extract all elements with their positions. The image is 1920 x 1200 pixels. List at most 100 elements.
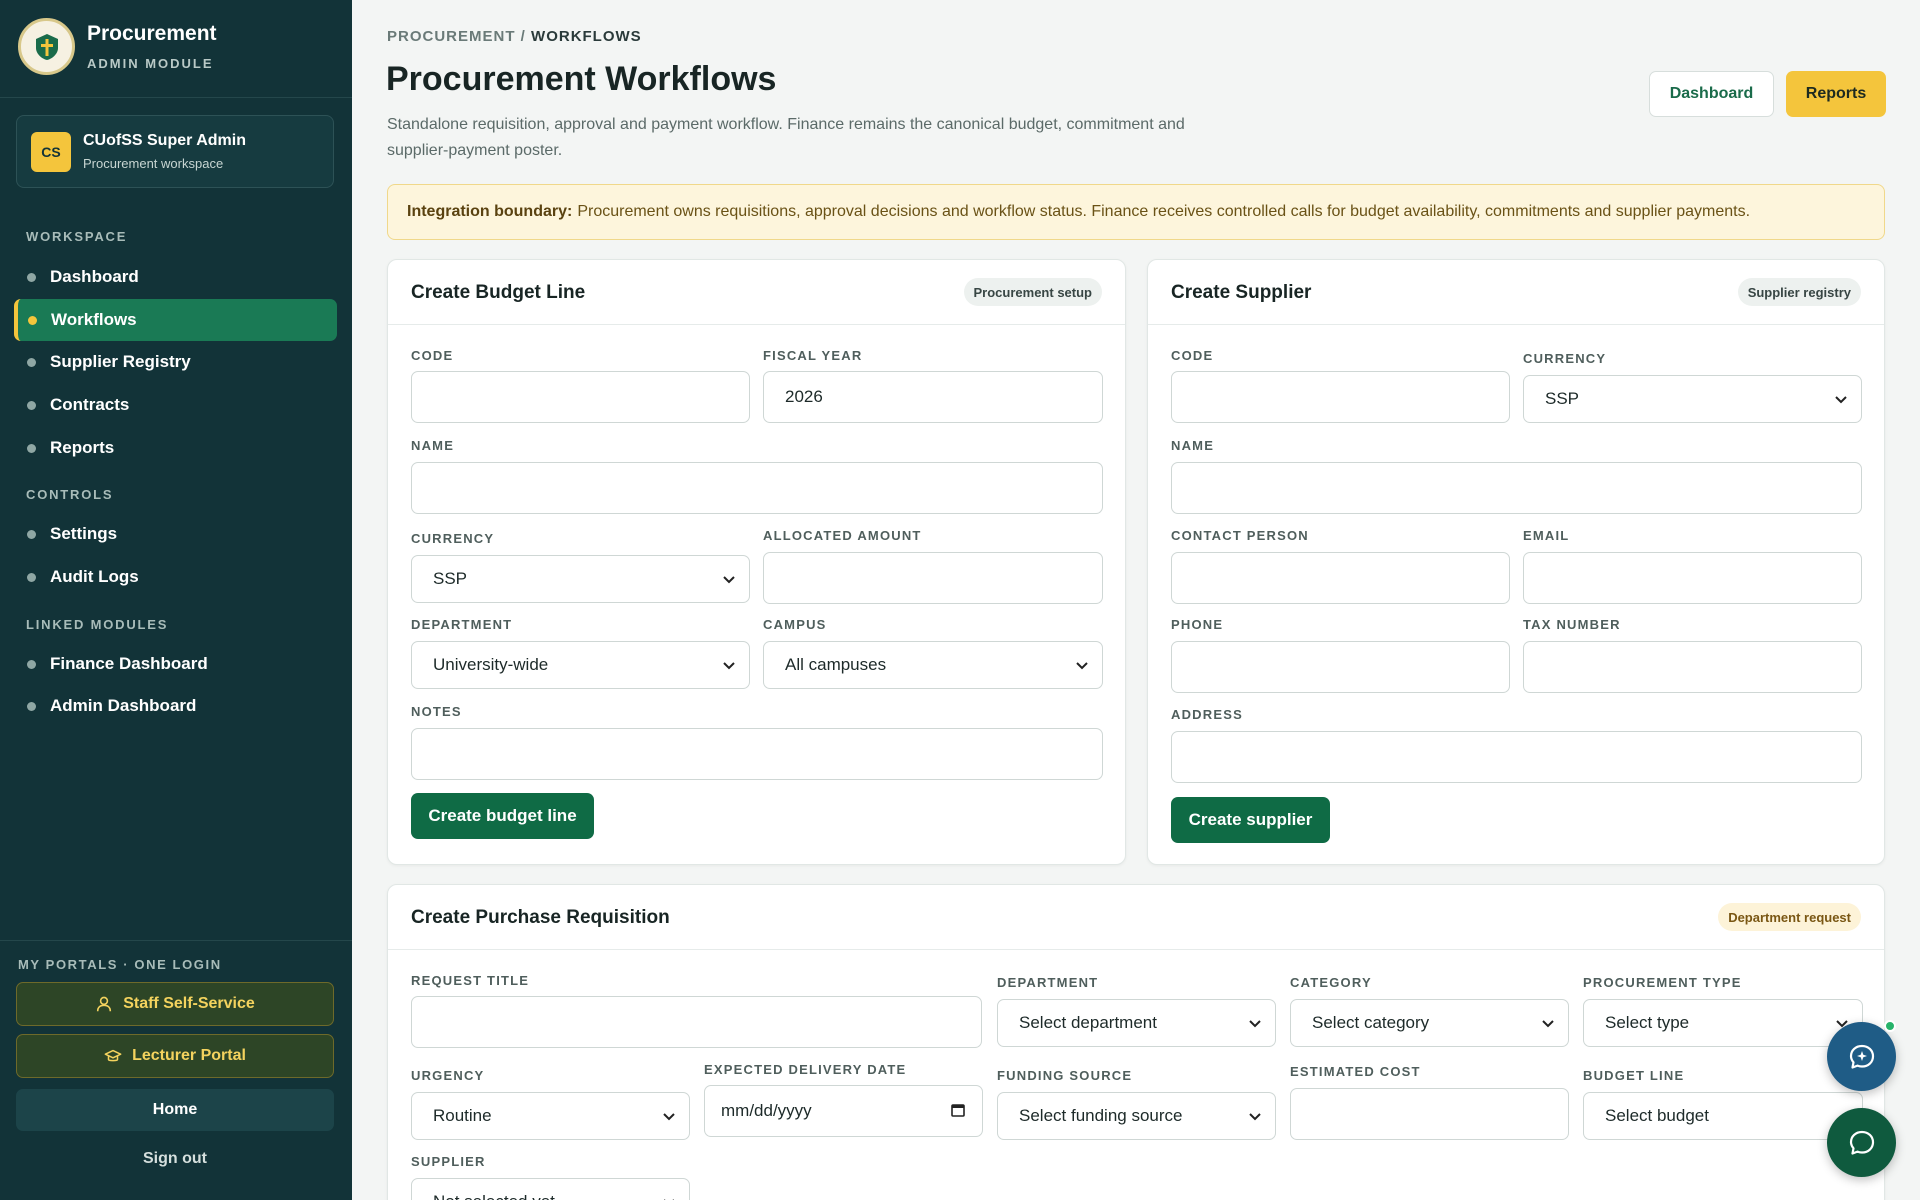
- sidebar-item-admin-dashboard[interactable]: Admin Dashboard: [14, 685, 337, 727]
- procurement-type-select[interactable]: Select type: [1583, 999, 1863, 1047]
- create-budget-line-button[interactable]: Create budget line: [411, 793, 594, 839]
- name-label: NAME: [1171, 438, 1215, 453]
- sidebar-item-label: Finance Dashboard: [50, 654, 208, 673]
- contact-person-label: CONTACT PERSON: [1171, 528, 1309, 543]
- supplier-currency-select[interactable]: SSP: [1523, 375, 1862, 423]
- chat-button[interactable]: [1827, 1108, 1896, 1177]
- fiscal-year-label: FISCAL YEAR: [763, 348, 863, 363]
- sidebar-item-label: Reports: [50, 438, 115, 457]
- sidebar-item-reports[interactable]: Reports: [14, 427, 337, 469]
- estimated-cost-input[interactable]: [1290, 1088, 1569, 1140]
- lecturer-portal-button[interactable]: Lecturer Portal: [16, 1034, 334, 1078]
- notice-label: Integration boundary:: [407, 203, 573, 220]
- supplier-name-input[interactable]: [1171, 462, 1862, 514]
- chevron-down-icon: [723, 662, 735, 670]
- home-button[interactable]: Home: [16, 1089, 334, 1131]
- sidebar-item-label: Audit Logs: [50, 567, 139, 586]
- nav-section-workspace: WORKSPACE: [26, 229, 128, 244]
- reports-button[interactable]: Reports: [1786, 71, 1886, 117]
- sidebar-item-finance-dashboard[interactable]: Finance Dashboard: [14, 643, 337, 685]
- request-title-input[interactable]: [411, 996, 982, 1048]
- integration-notice: Integration boundary: Procurement owns re…: [387, 184, 1885, 240]
- date-placeholder: mm/dd/yyyy: [721, 1101, 812, 1120]
- sidebar-item-supplier-registry[interactable]: Supplier Registry: [14, 341, 337, 383]
- allocated-amount-input[interactable]: [763, 552, 1103, 604]
- supplier-code-input[interactable]: [1171, 371, 1510, 423]
- divider: [0, 97, 352, 98]
- create-requisition-card: Create Purchase Requisition Department r…: [387, 884, 1885, 1200]
- user-name: CUofSS Super Admin: [83, 132, 246, 149]
- sidebar-item-label: Settings: [50, 524, 118, 543]
- card-header: Create Purchase Requisition Department r…: [388, 885, 1884, 950]
- contact-person-input[interactable]: [1171, 552, 1510, 604]
- create-supplier-button[interactable]: Create supplier: [1171, 797, 1330, 843]
- address-input[interactable]: [1171, 731, 1862, 783]
- sidebar-item-dashboard[interactable]: Dashboard: [14, 256, 337, 298]
- bullet-icon: [27, 443, 36, 453]
- phone-input[interactable]: [1171, 641, 1510, 693]
- code-label: CODE: [1171, 348, 1214, 363]
- create-budget-line-card: Create Budget Line Procurement setup COD…: [387, 259, 1126, 865]
- user-card[interactable]: CS CUofSS Super Admin Procurement worksp…: [16, 115, 334, 188]
- assistant-button[interactable]: [1827, 1022, 1896, 1091]
- email-field[interactable]: [1523, 552, 1862, 604]
- sign-out-link[interactable]: Sign out: [16, 1150, 334, 1168]
- tax-number-input[interactable]: [1523, 641, 1862, 693]
- status-badge: Procurement setup: [963, 278, 1102, 306]
- bullet-icon: [27, 272, 36, 282]
- supplier-select[interactable]: Not selected yet: [411, 1178, 690, 1200]
- select-value: SSP: [1545, 389, 1580, 408]
- lecturer-portal-label: Lecturer Portal: [132, 1047, 246, 1064]
- currency-label: CURRENCY: [411, 531, 495, 546]
- funding-source-select[interactable]: Select funding source: [997, 1092, 1276, 1140]
- category-select[interactable]: Select category: [1290, 999, 1569, 1047]
- staff-self-service-button[interactable]: Staff Self-Service: [16, 982, 334, 1026]
- estimated-cost-label: ESTIMATED COST: [1290, 1064, 1421, 1079]
- budget-line-select[interactable]: Select budget: [1583, 1092, 1863, 1140]
- page-description: Standalone requisition, approval and pay…: [387, 116, 1185, 159]
- fiscal-year-input[interactable]: 2026: [763, 371, 1103, 423]
- status-badge: Department request: [1718, 903, 1861, 931]
- staff-self-service-label: Staff Self-Service: [123, 995, 255, 1012]
- sidebar-item-workflows[interactable]: Workflows: [14, 299, 337, 341]
- budget-notes-input[interactable]: [411, 728, 1103, 780]
- budget-code-input[interactable]: [411, 371, 750, 423]
- email-label: EMAIL: [1523, 528, 1570, 543]
- department-label: DEPARTMENT: [997, 975, 1099, 990]
- chevron-down-icon: [1076, 662, 1088, 670]
- requisition-department-select[interactable]: Select department: [997, 999, 1276, 1047]
- dashboard-button[interactable]: Dashboard: [1649, 71, 1774, 117]
- person-icon: [97, 996, 112, 1012]
- sidebar-item-audit-logs[interactable]: Audit Logs: [14, 556, 337, 598]
- sidebar-item-label: Dashboard: [50, 267, 139, 286]
- budget-department-select[interactable]: University-wide: [411, 641, 750, 689]
- category-label: CATEGORY: [1290, 975, 1372, 990]
- code-label: CODE: [411, 348, 454, 363]
- phone-label: PHONE: [1171, 617, 1224, 632]
- budget-campus-select[interactable]: All campuses: [763, 641, 1103, 689]
- sidebar-item-settings[interactable]: Settings: [14, 513, 337, 555]
- brand-title: Procurement: [87, 22, 217, 45]
- budget-name-input[interactable]: [411, 462, 1103, 514]
- address-label: ADDRESS: [1171, 707, 1243, 722]
- expected-delivery-date-input[interactable]: mm/dd/yyyy: [704, 1085, 983, 1137]
- budget-currency-select[interactable]: SSP: [411, 555, 750, 603]
- chat-sparkle-icon: [1849, 1044, 1874, 1069]
- budget-line-label: BUDGET LINE: [1583, 1068, 1685, 1083]
- card-header: Create Supplier Supplier registry: [1148, 260, 1884, 325]
- calendar-icon[interactable]: [950, 1102, 966, 1118]
- card-title: Create Supplier: [1171, 282, 1312, 303]
- chevron-down-icon: [1835, 396, 1847, 404]
- brand[interactable]: Procurement ADMIN MODULE: [18, 18, 217, 75]
- notes-label: NOTES: [411, 704, 462, 719]
- chevron-down-icon: [723, 576, 735, 584]
- chevron-down-icon: [1542, 1020, 1554, 1028]
- breadcrumb-current: WORKFLOWS: [531, 28, 642, 45]
- bullet-icon: [27, 357, 36, 367]
- avatar: CS: [31, 131, 71, 172]
- breadcrumb-root[interactable]: PROCUREMENT: [387, 28, 516, 45]
- sidebar-item-contracts[interactable]: Contracts: [14, 384, 337, 426]
- select-value: All campuses: [785, 655, 887, 674]
- urgency-select[interactable]: Routine: [411, 1092, 690, 1140]
- card-title: Create Budget Line: [411, 282, 586, 303]
